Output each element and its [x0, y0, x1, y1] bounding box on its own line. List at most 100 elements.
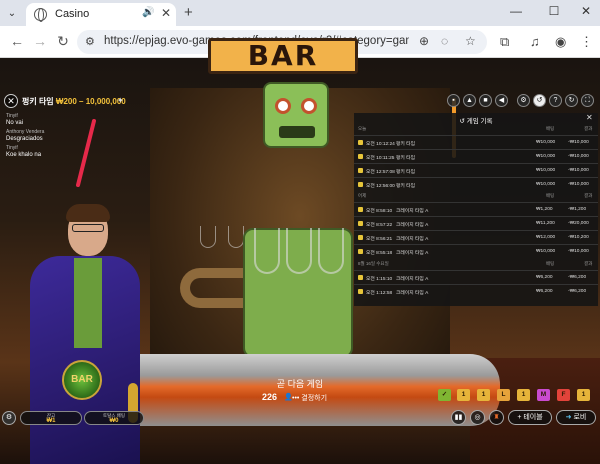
pin-icon[interactable]: ✦ [117, 96, 124, 105]
players-count: 226 [262, 392, 278, 402]
volume-icon[interactable]: ◀ [495, 94, 508, 107]
glass-decor [228, 226, 244, 248]
balance-box: 잔고 ₩1 [20, 411, 82, 425]
speaker-icon[interactable]: 🔊 [142, 7, 154, 18]
history-row[interactable]: 오전 1:15:10 크레이지 타임 A ₩6,200 -₩6,200 [354, 270, 598, 284]
winner-name: Koe khalo na [6, 152, 42, 158]
tab-close-icon[interactable]: ✕ [161, 6, 171, 20]
history-row[interactable]: 오전 1:12:58 크레이지 타임 A ₩6,200 -₩6,200 [354, 284, 598, 298]
game-icon [358, 275, 363, 280]
reload-icon[interactable]: ↻ [54, 33, 72, 50]
game-name: 펑키 타임 [22, 97, 54, 106]
back-icon[interactable]: ← [8, 33, 26, 49]
maximize-icon[interactable]: ☐ [544, 4, 564, 18]
settings-icon[interactable]: ⚙ [517, 94, 530, 107]
history-row[interactable]: 오전 10:12:24 펑키 타임 ₩10,000 -₩10,000 [354, 135, 598, 149]
history-row[interactable]: 오전 10:11:25 펑키 타임 ₩10,000 -₩10,000 [354, 149, 598, 163]
site-settings-icon[interactable]: ⚙ [85, 35, 95, 48]
help-icon[interactable]: ? [549, 94, 562, 107]
deciding-status: ••• 결정하기 [292, 395, 328, 402]
history-clock-icon: ↺ [459, 118, 467, 125]
history-section-header: 8월 16일 수요일 배팅 결과 [358, 261, 593, 266]
bet-limits: ₩200 – 10,000,000 [55, 97, 126, 106]
bet-spot[interactable]: 1 [457, 389, 470, 401]
total-bet-box: 토탈스 배팅 ₩0 [84, 411, 144, 425]
window-close-icon[interactable]: ✕ [576, 4, 596, 18]
game-title: 펑키 타임 ₩200 – 10,000,000 [22, 96, 126, 107]
history-icon[interactable]: ↺ [533, 94, 546, 107]
dots-icon: ••• [292, 395, 302, 402]
game-icon [358, 207, 363, 212]
glass-decor [318, 228, 344, 274]
robot-head [263, 82, 329, 148]
history-section-header: 오늘 배팅 결과 [358, 126, 593, 131]
lobby-button[interactable]: ➜ 로비 [556, 410, 596, 425]
glass-decor [254, 228, 280, 274]
bet-spot[interactable]: L [497, 389, 510, 401]
warning-icon[interactable]: ▲ [463, 94, 476, 107]
game-icon [358, 289, 363, 294]
table-button[interactable]: + 테이블 [508, 410, 552, 425]
profile-icon[interactable]: ◉ [555, 34, 566, 50]
video-icon[interactable]: ■ [479, 94, 492, 107]
chat-icon[interactable]: ▪ [447, 94, 460, 107]
close-game-button[interactable]: ✕ [4, 94, 18, 108]
multi-table-icon[interactable]: ♜ [489, 410, 504, 425]
game-host [30, 204, 140, 464]
tab-title: Casino [55, 8, 90, 20]
total-bet-value: ₩0 [109, 418, 119, 424]
winner-name: Desgraciados [6, 136, 43, 142]
bar-sign: BAR [208, 38, 358, 74]
globe-icon [34, 8, 47, 22]
history-row[interactable]: 오전 8:55:18 크레이지 타임 A ₩10,000 -₩10,000 [354, 244, 598, 258]
history-close-icon[interactable]: ✕ [586, 113, 593, 122]
bookmark-star-icon[interactable]: ☆ [465, 34, 476, 48]
game-icon [358, 168, 363, 173]
history-row[interactable]: 오전 8:58:10 크레이지 타임 A ₩1,200 -₩1,200 [354, 202, 598, 216]
refresh-icon[interactable]: ↻ [565, 94, 578, 107]
history-section-header: 어제 배팅 결과 [358, 193, 593, 198]
game-history-panel: ↺ 게임 기록 ✕ 오늘 배팅 결과 오전 10:12:24 펑키 타임 ₩10… [354, 113, 598, 306]
history-row[interactable]: 오전 12:56:00 펑키 타임 ₩10,000 -₩10,000 [354, 177, 598, 191]
history-row[interactable]: 오전 8:57:22 크레이지 타임 A ₩11,200 -₩20,000 [354, 216, 598, 230]
bet-spot[interactable]: ✓ [438, 389, 451, 401]
robot-arm [180, 268, 250, 308]
fullscreen-icon[interactable]: ⛶ [581, 94, 594, 107]
next-game-status: 곧 다음 게임 [276, 379, 324, 389]
tab-search-chevron-icon[interactable]: ⌄ [4, 6, 20, 22]
extensions-icon[interactable]: ⧉ [500, 34, 509, 50]
screen: ⌄ Casino 🔊 ✕ + — ☐ ✕ ← → ↻ ⚙ https://epj… [0, 0, 600, 464]
forward-icon[interactable]: → [31, 33, 49, 49]
game-icon [358, 235, 363, 240]
minimize-icon[interactable]: — [506, 4, 526, 18]
bet-spot[interactable]: 1 [577, 389, 590, 401]
stats-icon[interactable]: ▮▮ [451, 410, 466, 425]
winner-name: No vai [6, 120, 24, 126]
recent-winners: Tinyif No vai Anthony Vendera Desgraciad… [6, 113, 86, 161]
game-icon [358, 182, 363, 187]
bet-spot[interactable]: 1 [477, 389, 490, 401]
browser-tab[interactable]: Casino 🔊 ✕ [26, 3, 176, 26]
media-controls-icon[interactable]: ♫ [530, 34, 540, 49]
game-icon [358, 221, 363, 226]
bet-spot[interactable]: F [557, 389, 570, 401]
balance-toggle-icon[interactable]: ⚙ [2, 411, 16, 425]
glass-decor [286, 228, 312, 274]
bet-spot[interactable]: 1 [517, 389, 530, 401]
game-top-controls: ▪ ▲ ■ ◀ ⚙ ↺ ? ↻ ⛶ [447, 94, 597, 108]
zoom-icon[interactable]: ⊕ [419, 34, 429, 48]
balance-value: ₩1 [46, 418, 56, 424]
game-icon [358, 249, 363, 254]
bet-spot[interactable]: M [537, 389, 550, 401]
camera-icon[interactable]: ◎ [470, 410, 485, 425]
history-title: ↺ 게임 기록 [459, 118, 493, 125]
browser-tab-bar: ⌄ Casino 🔊 ✕ + — ☐ ✕ [0, 0, 600, 26]
history-row[interactable]: 오전 8:56:21 크레이지 타임 A ₩12,000 -₩10,200 [354, 230, 598, 244]
eye-off-icon[interactable]: ◌ [441, 34, 448, 48]
menu-kebab-icon[interactable]: ⋮ [580, 34, 593, 50]
game-icon [358, 140, 363, 145]
new-tab-icon[interactable]: + [184, 4, 193, 21]
history-row[interactable]: 오전 12:57:08 펑키 타임 ₩10,000 -₩10,000 [354, 163, 598, 177]
glass-decor [200, 226, 216, 248]
game-icon [358, 154, 363, 159]
